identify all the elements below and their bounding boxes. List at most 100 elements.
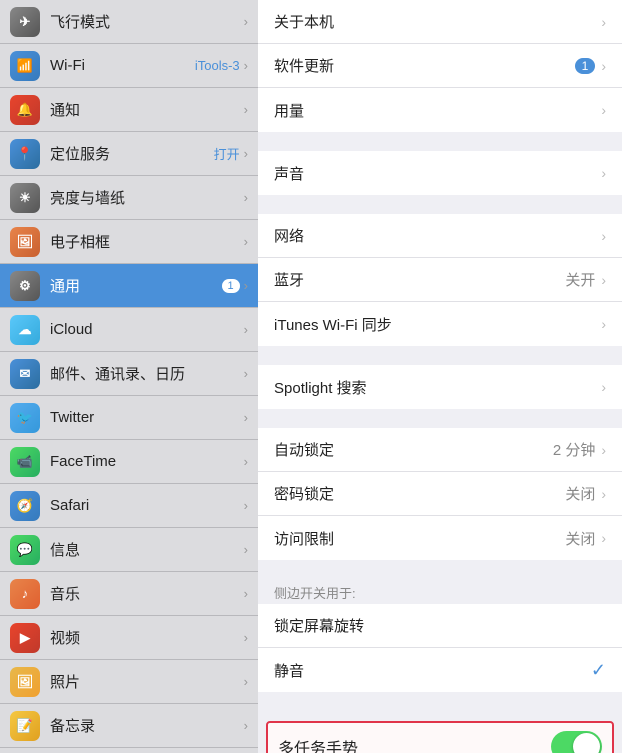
sidebar-label-brightness: 亮度与墙纸 — [50, 187, 240, 208]
sidebar-chevron-notify: › — [244, 102, 248, 117]
sidebar-item-twitter[interactable]: 🐦Twitter› — [0, 396, 258, 440]
sidebar-item-photos[interactable]: 🖼照片› — [0, 660, 258, 704]
settings-row-bluetooth[interactable]: 蓝牙关开 › — [258, 258, 622, 302]
sidebar-item-safari[interactable]: 🧭Safari› — [0, 484, 258, 528]
photo-icon: 🖼 — [10, 227, 40, 257]
row-chevron-access: › — [601, 530, 606, 546]
row-chevron-auto-lock: › — [601, 442, 606, 458]
settings-row-usage[interactable]: 用量› — [258, 88, 622, 132]
row-value-passcode: 关闭 — [565, 483, 595, 504]
settings-row-label-passcode: 密码锁定 — [274, 483, 565, 504]
notes-icon: 📝 — [10, 711, 40, 741]
sidebar-label-notes: 备忘录 — [50, 715, 240, 736]
sidebar-item-messages[interactable]: 💬 信息 › — [0, 528, 258, 572]
sidebar-item-notes[interactable]: 📝 备忘录 › — [0, 704, 258, 748]
brightness-icon: ☀ — [10, 183, 40, 213]
sidebar-chevron-brightness: › — [244, 190, 248, 205]
sidebar-value-location: 打开 — [214, 144, 240, 163]
row-value-auto-lock: 2 分钟 — [553, 439, 596, 460]
sidebar-chevron-safari: › — [244, 498, 248, 513]
music-icon: ♪ — [10, 579, 40, 609]
row-chevron-usage: › — [601, 102, 606, 118]
sidebar-chevron-airplane: › — [244, 14, 248, 29]
sidebar-item-notify[interactable]: 🔔 通知 › — [0, 88, 258, 132]
sidebar-label-general: 通用 — [50, 275, 222, 296]
sidebar-chevron-photo: › — [244, 234, 248, 249]
sidebar-value-wifi: iTools-3 — [195, 58, 240, 73]
settings-row-mute[interactable]: 静音✓ — [258, 648, 622, 692]
airplane-icon: ✈ — [10, 7, 40, 37]
mail-icon: ✉ — [10, 359, 40, 389]
multitask-label: 多任务手势 — [278, 735, 551, 753]
settings-row-network[interactable]: 网络› — [258, 214, 622, 258]
row-value-bluetooth: 关开 — [565, 269, 595, 290]
photos-icon: 🖼 — [10, 667, 40, 697]
settings-row-spotlight[interactable]: Spotlight 搜索› — [258, 365, 622, 409]
sidebar-chevron-facetime: › — [244, 454, 248, 469]
sidebar-chevron-video: › — [244, 630, 248, 645]
icloud-icon: ☁ — [10, 315, 40, 345]
sidebar-label-icloud: iCloud — [50, 321, 240, 338]
sidebar-chevron-notes: › — [244, 718, 248, 733]
row-chevron-bluetooth: › — [601, 272, 606, 288]
row-chevron-software-update: › — [601, 58, 606, 74]
settings-row-label-usage: 用量 — [274, 100, 601, 121]
settings-group-sound-group: 声音› — [258, 151, 622, 195]
sidebar-item-airplane[interactable]: ✈飞行模式› — [0, 0, 258, 44]
sidebar-chevron-location: › — [244, 146, 248, 161]
sidebar-chevron-wifi: › — [244, 58, 248, 73]
sidebar-item-location[interactable]: 📍 定位服务打开 › — [0, 132, 258, 176]
settings-row-label-sound: 声音 — [274, 163, 601, 184]
sidebar-item-store[interactable]: ⬇Store› — [0, 748, 258, 753]
notify-icon: 🔔 — [10, 95, 40, 125]
facetime-icon: 📹 — [10, 447, 40, 477]
settings-row-label-software-update: 软件更新 — [274, 55, 575, 76]
row-chevron-itunes-wifi: › — [601, 316, 606, 332]
sidebar-label-location: 定位服务 — [50, 143, 214, 164]
sidebar-item-mail[interactable]: ✉邮件、通讯录、日历› — [0, 352, 258, 396]
settings-row-label-bluetooth: 蓝牙 — [274, 269, 565, 290]
sidebar-chevron-messages: › — [244, 542, 248, 557]
settings-row-label-lock-rotation: 锁定屏幕旋转 — [274, 615, 606, 636]
sidebar-item-general[interactable]: ⚙通用1› — [0, 264, 258, 308]
sidebar-label-music: 音乐 — [50, 583, 240, 604]
settings-row-label-itunes-wifi: iTunes Wi-Fi 同步 — [274, 314, 601, 335]
settings-row-access[interactable]: 访问限制关闭› — [258, 516, 622, 560]
sidebar-item-brightness[interactable]: ☀ 亮度与墙纸 › — [0, 176, 258, 220]
settings-row-label-about: 关于本机 — [274, 11, 601, 32]
settings-row-software-update[interactable]: 软件更新1› — [258, 44, 622, 88]
settings-row-passcode[interactable]: 密码锁定关闭› — [258, 472, 622, 516]
multitask-row: 多任务手势 — [278, 731, 602, 753]
safari-icon: 🧭 — [10, 491, 40, 521]
twitter-icon: 🐦 — [10, 403, 40, 433]
row-chevron-spotlight: › — [601, 379, 606, 395]
settings-row-sound[interactable]: 声音› — [258, 151, 622, 195]
location-icon: 📍 — [10, 139, 40, 169]
sidebar-label-messages: 信息 — [50, 539, 240, 560]
sidebar-item-photo[interactable]: 🖼 电子相框 › — [0, 220, 258, 264]
multitask-section: 多任务手势使用四或五个手指:• 还合本匠刿主屏幕• 向上滑来显示多任务栏• 左右… — [266, 721, 614, 753]
sidebar-item-icloud[interactable]: ☁iCloud› — [0, 308, 258, 352]
sidebar-item-music[interactable]: ♪音乐› — [0, 572, 258, 616]
messages-icon: 💬 — [10, 535, 40, 565]
sidebar-item-wifi[interactable]: 📶Wi-FiiTools-3› — [0, 44, 258, 88]
video-icon: ▶ — [10, 623, 40, 653]
settings-group-about-group: 关于本机›软件更新1›用量› — [258, 0, 622, 132]
settings-row-lock-rotation[interactable]: 锁定屏幕旋转 — [258, 604, 622, 648]
sidebar-chevron-twitter: › — [244, 410, 248, 425]
sidebar: ✈飞行模式›📶Wi-FiiTools-3›🔔通知›📍定位服务打开›☀亮度与墙纸›… — [0, 0, 258, 753]
multitask-toggle[interactable] — [551, 731, 602, 753]
sidebar-item-facetime[interactable]: 📹FaceTime› — [0, 440, 258, 484]
settings-row-itunes-wifi[interactable]: iTunes Wi-Fi 同步› — [258, 302, 622, 346]
settings-row-about[interactable]: 关于本机› — [258, 0, 622, 44]
sidebar-label-photo: 电子相框 — [50, 231, 240, 252]
row-chevron-about: › — [601, 14, 606, 30]
checkmark-mute: ✓ — [591, 660, 606, 681]
main-panel: 三联网 3LIAN.COM 关于本机›软件更新1›用量›声音›网络›蓝牙关开›i… — [258, 0, 622, 753]
sidebar-item-video[interactable]: ▶视频› — [0, 616, 258, 660]
settings-row-auto-lock[interactable]: 自动锁定2 分钟› — [258, 428, 622, 472]
settings-group-side-switch-section: 锁定屏幕旋转静音✓ — [258, 604, 622, 692]
row-chevron-sound: › — [601, 165, 606, 181]
settings-group-spotlight-group: Spotlight 搜索› — [258, 365, 622, 409]
sidebar-label-notify: 通知 — [50, 99, 240, 120]
